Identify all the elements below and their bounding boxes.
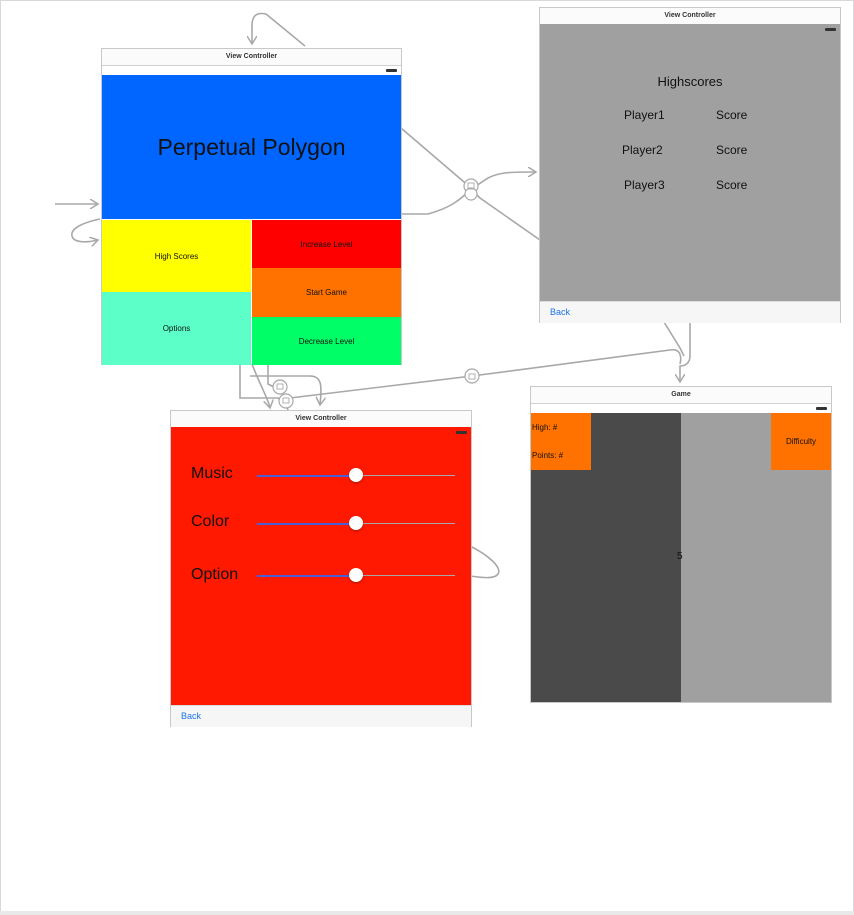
scene-title: Game (531, 387, 831, 404)
segue-badge-4 (272, 379, 288, 395)
bottom-toolbar: Back (540, 301, 840, 323)
highscore-row: Player3 Score (540, 178, 840, 194)
score-box: High: # Points: # (531, 413, 591, 470)
segue-badge-3 (464, 368, 480, 384)
highscore-row: Player2 Score (540, 143, 840, 159)
decrease-level-button[interactable]: Decrease Level (252, 317, 401, 365)
music-slider[interactable] (257, 468, 455, 482)
segue-badge-2 (464, 187, 478, 201)
player-name: Player3 (624, 178, 665, 192)
color-slider[interactable] (257, 516, 455, 530)
slider-thumb[interactable] (349, 468, 363, 482)
options-self-loop-right (469, 545, 500, 579)
color-label: Color (191, 513, 230, 530)
segue-badge-5 (278, 393, 294, 409)
slider-thumb[interactable] (349, 568, 363, 582)
player-name: Player1 (624, 108, 665, 122)
slider-fill (257, 522, 356, 525)
music-label: Music (191, 465, 233, 482)
points-label: Points: # (532, 451, 564, 460)
options-content: Music Color Option (171, 427, 471, 705)
highscores-content: Highscores Player1 Score Player2 Score P… (540, 24, 840, 301)
back-button[interactable]: Back (550, 307, 570, 317)
high-score-label: High: # (532, 423, 558, 432)
high-scores-button[interactable]: High Scores (102, 220, 251, 292)
player-score: Score (716, 178, 748, 192)
option-slider[interactable] (257, 568, 455, 582)
scene-title: View Controller (540, 8, 840, 25)
highscore-row: Player1 Score (540, 108, 840, 124)
slider-fill (257, 474, 356, 477)
app-title: Perpetual Polygon (157, 133, 346, 160)
player-score: Score (716, 108, 748, 122)
slider-fill (257, 574, 356, 577)
battery-icon (825, 28, 836, 31)
player-name: Player2 (622, 143, 663, 157)
options-button[interactable]: Options (102, 292, 251, 365)
scene-title: View Controller (171, 411, 471, 428)
player-score: Score (716, 143, 748, 157)
highscores-scene: View Controller Highscores Player1 Score… (539, 7, 841, 323)
center-counter: 5 (677, 551, 683, 562)
difficulty-button[interactable]: Difficulty (771, 413, 831, 470)
options-scene: View Controller Music Color Option Back (170, 410, 472, 727)
battery-icon (816, 407, 827, 410)
battery-icon (386, 69, 397, 72)
game-scene: Game High: # Points: # Difficulty 5 (530, 386, 832, 703)
start-game-button[interactable]: Start Game (252, 268, 401, 317)
canvas-scrollbar[interactable] (0, 911, 854, 915)
main-top-loop (252, 12, 306, 47)
main-self-loop-left (71, 218, 101, 242)
app-title-banner: Perpetual Polygon (102, 75, 401, 219)
increase-level-button[interactable]: Increase Level (252, 220, 401, 268)
option-label: Option (191, 566, 239, 583)
battery-icon (456, 431, 467, 434)
highscores-heading: Highscores (657, 73, 723, 89)
main-scene: View Controller Perpetual Polygon High S… (101, 48, 402, 365)
slider-thumb[interactable] (349, 516, 363, 530)
bottom-toolbar: Back (171, 705, 471, 727)
back-button[interactable]: Back (181, 711, 201, 721)
scene-title: View Controller (102, 49, 401, 66)
